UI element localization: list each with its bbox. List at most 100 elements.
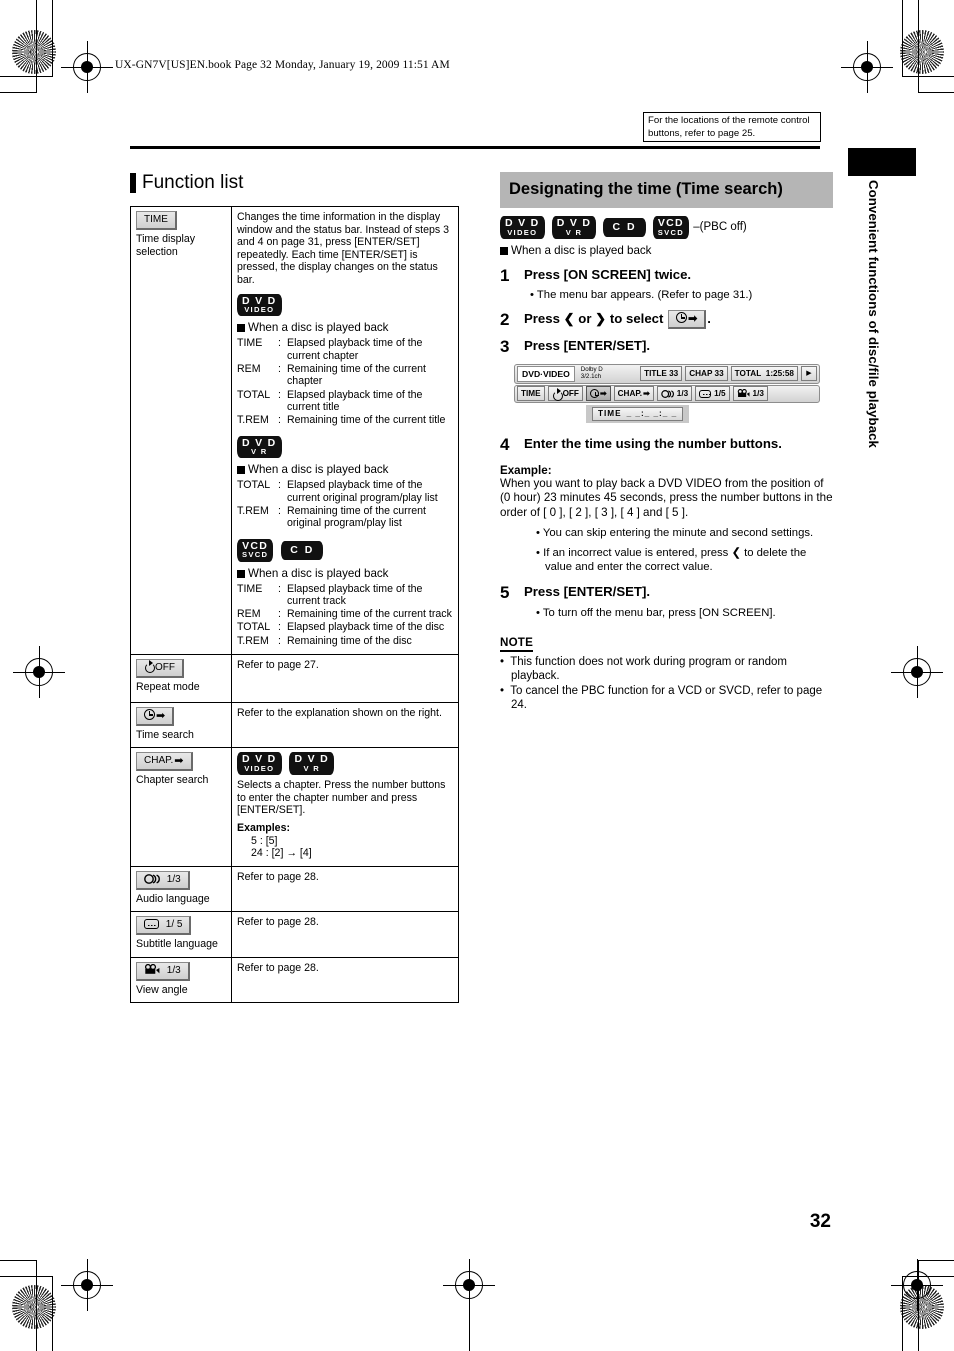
def-colon: : [278,621,281,634]
table-row: TIME: Elapsed playback time of the curren… [237,337,453,363]
osd-audio-button[interactable]: 1/3 [656,386,693,402]
step-text-post: . [707,310,711,326]
left-column: Function list TIME Time display selectio… [130,172,460,1004]
disc-badge-dvd-video: D V D VIDEO [500,216,545,239]
clock-icon [589,389,599,399]
right-arrow-icon: ➡ [156,709,166,722]
repeat-mode-button-chip[interactable]: OFF [136,659,184,679]
function-label: Chapter search [136,774,209,787]
right-column: Designating the time (Time search) D V D… [500,172,833,714]
when-played-back-heading: When a disc is played back [237,463,453,477]
when-played-back-heading: When a disc is played back [237,321,453,335]
function-cell-subtitle-language: 1/ 5 Subtitle language [130,911,232,958]
function-desc-time-search: Refer to the explanation shown on the ri… [231,701,459,749]
desc-text: Refer to page 28. [237,870,319,883]
audio-icon [144,873,160,884]
header-rule [130,146,820,149]
square-bullet-icon [500,246,508,255]
function-label: Repeat mode [136,681,200,694]
table-row: OFF Repeat mode Refer to page 27. [130,654,459,703]
example-heading: Example: [500,463,552,477]
disc-badge-group: D V D VIDEO D V D V R [237,752,453,776]
subtitle-language-button-chip[interactable]: 1/ 5 [136,916,192,936]
disc-line2: V R [303,763,320,773]
crop-line-left-vertical-2 [52,0,53,76]
time-search-button-chip[interactable]: ➡ [668,309,707,329]
step-text-pre: Press ❮ or ❯ to select [524,310,664,326]
step-number: 4 [500,434,510,454]
sub-text: You can skip entering the minute and sec… [542,526,814,539]
def-value: Elapsed playback time of the disc [287,621,445,634]
crop-line-bottom-horizontal-2 [0,1260,37,1261]
disc-badge-dvd-vr: D V D V R [551,216,597,239]
osd-time-button[interactable]: TIME [517,386,545,402]
repeat-icon [552,388,563,402]
osd-view-angle-button[interactable]: 1/3 [732,386,768,402]
disc-badge-group: VCD SVCD C D [237,538,453,562]
registration-mark-top-right [841,41,893,93]
disc-line2: VIDEO [507,227,538,237]
table-row: 1/3 View angle Refer to page 28. [130,956,459,1004]
def-colon: : [278,634,281,647]
osd-total-value: 1:25:58 [765,368,794,378]
audio-language-button-chip[interactable]: 1/3 [136,870,190,890]
osd-chapter-search-button[interactable]: CHAP. ➡ [613,386,654,402]
time-button-chip[interactable]: TIME [136,211,177,230]
osd-repeat-button[interactable]: OFF [547,386,583,402]
disc-badge-vcd-svcd: VCD SVCD [237,538,274,562]
def-key: TOTAL [237,621,271,634]
chip-label: CHAP. [617,389,643,399]
table-row: T.REM: Remaining time of the current orig… [237,505,453,531]
time-search-button-chip[interactable]: ➡ [136,706,175,726]
right-arrow-icon: ➡ [599,389,607,399]
color-registration-patch-top-left [12,30,56,74]
def-key: T.REM [237,634,269,647]
osd-time-search-button[interactable]: ➡ [585,386,611,402]
table-row: T.REM: Remaining time of the disc [237,635,453,648]
chip-label: 1/ 5 [165,919,183,931]
right-arrow-icon: ➡ [643,389,650,399]
table-row: REM: Remaining time of the current chapte… [237,363,453,389]
function-cell-time-search: ➡ Time search [130,701,232,749]
crop-line-left-vertical [36,0,37,92]
registration-mark-left-mid [13,646,65,698]
definition-table-dvd-video: TIME: Elapsed playback time of the curren… [237,337,453,427]
function-cell-time: TIME Time display selection [130,205,232,656]
def-key: T.REM [237,505,269,518]
chapter-search-button-chip[interactable]: CHAP.➡ [136,752,193,772]
function-cell-audio-language: 1/3 Audio language [130,865,232,913]
def-key: TIME [237,337,263,350]
example-body: When you want to play back a DVD VIDEO f… [500,476,833,519]
def-value: Remaining time of the current track [287,608,452,621]
book-file-header: UX-GN7V[US]EN.book Page 32 Monday, Janua… [115,59,450,71]
step-1-sub: • The menu bar appears. (Refer to page 3… [530,288,753,301]
table-row: T.REM: Remaining time of the current titl… [237,414,453,427]
disc-badge-dvd-video: D V D VIDEO [237,293,282,317]
disc-badge-dvd-video: D V D VIDEO [237,752,282,776]
running-head: Convenient functions of disc/file playba… [866,180,881,448]
function-list-table: TIME Time display selection Changes the … [130,205,459,1004]
chip-label: 1/3 [166,873,181,885]
def-value: Elapsed playback time of the current tra… [287,582,423,607]
osd-time-entry-field[interactable]: TIME _ _:_ _:_ _ [586,404,690,423]
chip-label: CHAP. [144,755,174,767]
def-key: TIME [237,582,263,595]
desc-text: Refer to page 28. [237,916,319,929]
crop-line-bottom-horizontal [0,1276,53,1277]
crop-line-top-right-horizontal [902,76,954,77]
crop-line-bottom-right-vertical [918,1260,919,1351]
chip-label: 1/5 [714,389,726,399]
disc-badge-group: D V D VIDEO [237,293,453,317]
disc-badge-cd: C D [603,217,646,237]
when-label: When a disc is played back [248,321,389,335]
def-value: Elapsed playback time of the current tit… [287,388,423,413]
disc-badge-dvd-vr: D V D V R [289,752,334,776]
step-5: 5 Press [ENTER/SET]. [500,583,833,602]
osd-subtitle-button[interactable]: 1/5 [695,386,730,402]
step-1: 1 Press [ON SCREEN] twice. [500,266,833,285]
osd-chapter-indicator: CHAP 33 [685,365,728,381]
step-number: 1 [500,265,510,285]
view-angle-button-chip[interactable]: 1/3 [136,961,190,981]
def-value: Remaining time of the current original p… [287,505,426,530]
function-desc-audio-language: Refer to page 28. [231,865,459,913]
